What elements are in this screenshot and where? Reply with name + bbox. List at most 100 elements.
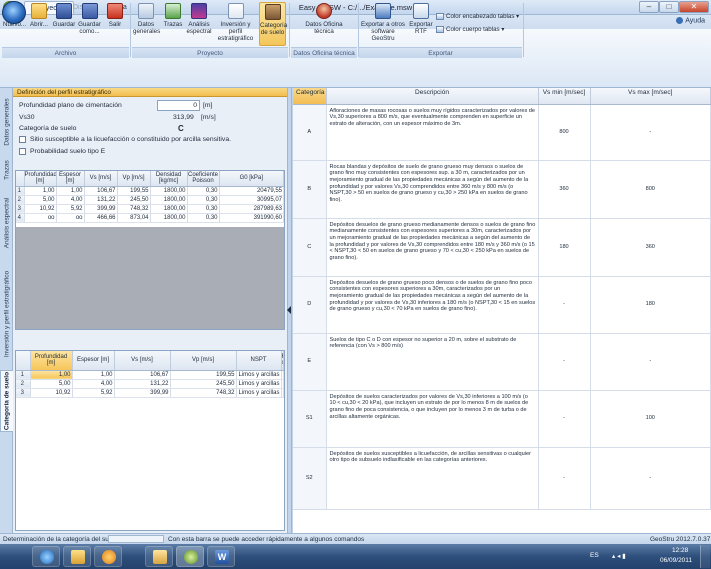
- layers-table-header[interactable]: G0 [kPa]: [219, 171, 284, 187]
- vs-cell[interactable]: -: [538, 447, 591, 510]
- table-cell[interactable]: 5,00: [30, 379, 73, 389]
- nspt-table-header[interactable]: Vs [m/s]: [114, 351, 171, 371]
- vs-cell[interactable]: 100: [590, 390, 711, 448]
- table-row[interactable]: A Afloraciones de masas rocosas o suelos …: [293, 104, 711, 161]
- row-header[interactable]: 1: [16, 370, 31, 380]
- description-cell[interactable]: Depósitos de suelos susceptibles a licue…: [326, 447, 539, 510]
- layers-table-header[interactable]: [16, 171, 25, 187]
- categories-table-header[interactable]: Vs max [m/sec]: [590, 88, 711, 105]
- liquefaction-checkbox[interactable]: [19, 136, 26, 143]
- description-cell[interactable]: Afloraciones de masas rocosas o suelos m…: [326, 104, 539, 161]
- vtab-spectral-analysis[interactable]: Análisis espectral: [0, 188, 13, 258]
- categories-table-header[interactable]: Categoría: [293, 88, 327, 105]
- table-cell[interactable]: 4,00: [72, 379, 115, 389]
- soil-e-checkbox[interactable]: [19, 148, 26, 155]
- table-cell[interactable]: Limos y arcillas: [236, 388, 282, 398]
- table-cell[interactable]: 5,92: [72, 388, 115, 398]
- vtab-traces[interactable]: Trazas: [0, 152, 13, 188]
- table-cell[interactable]: 1,00: [30, 370, 73, 380]
- nspt-table-header[interactable]: Espesor [m]: [72, 351, 115, 371]
- taskbar-item-explorer[interactable]: [63, 546, 91, 567]
- layers-table-header[interactable]: Coeficiente Poisson: [187, 171, 220, 187]
- office-data-button[interactable]: Datos Oficina técnica: [300, 2, 348, 46]
- vs-cell[interactable]: -: [590, 104, 711, 161]
- language-indicator[interactable]: ES: [590, 552, 599, 559]
- table-row[interactable]: 2 5,00 4,00 131,22 245,50 Limos y arcillas: [16, 379, 284, 389]
- vtab-general-data[interactable]: Datos generales: [0, 92, 13, 152]
- table-cell[interactable]: 10,92: [24, 204, 57, 214]
- table-cell[interactable]: 106,67: [84, 186, 118, 196]
- vs-cell[interactable]: -: [590, 333, 711, 391]
- start-button[interactable]: [2, 1, 26, 24]
- table-row[interactable]: D Depósitos desuelos de grano grueso poco…: [293, 276, 711, 334]
- table-row[interactable]: B Rocas blandas y depósitos de suelo de g…: [293, 160, 711, 219]
- table-cell[interactable]: 1,00: [56, 186, 85, 196]
- table-cell[interactable]: 0,30: [187, 195, 220, 205]
- save-button[interactable]: Guardar: [52, 2, 76, 46]
- table-row[interactable]: 3 10,92 5,92 399,99 748,32 Limos y arcillas: [16, 388, 284, 398]
- table-cell[interactable]: 199,55: [117, 186, 151, 196]
- vs-cell[interactable]: 800: [538, 104, 591, 161]
- table-row[interactable]: 1 1,00 1,00 106,67 199,55 Limos y arcillas: [16, 370, 284, 380]
- row-header[interactable]: 2: [16, 195, 25, 205]
- vs-cell[interactable]: 360: [590, 218, 711, 277]
- soil-categories-table[interactable]: Categoría Descripción Vs min [m/sec] Vs max…: [293, 88, 711, 533]
- table-cell[interactable]: [281, 388, 284, 398]
- categories-table-header[interactable]: Descripción: [326, 88, 539, 105]
- vs-cell[interactable]: -: [538, 333, 591, 391]
- inversion-profile-button[interactable]: Inversión y perfil estratigráfico: [213, 2, 258, 46]
- table-cell[interactable]: 5,00: [24, 195, 57, 205]
- layers-table-header[interactable]: Profundidad [m]: [24, 171, 57, 187]
- category-cell[interactable]: E: [293, 333, 327, 391]
- taskbar-item-easymasw[interactable]: [176, 546, 204, 567]
- category-cell[interactable]: D: [293, 276, 327, 334]
- tray-icons[interactable]: ▴ ◂ ▮: [612, 552, 626, 560]
- show-desktop-button[interactable]: [700, 545, 710, 568]
- help-link[interactable]: Ayuda: [676, 17, 705, 24]
- table-cell[interactable]: 391990,60: [219, 213, 284, 223]
- row-header[interactable]: 2: [16, 379, 31, 389]
- nspt-table-header[interactable]: Vp [m/s]: [170, 351, 237, 371]
- vs-cell[interactable]: 180: [590, 276, 711, 334]
- table-row[interactable]: C Depósitos desuelos de grano grueso medi…: [293, 218, 711, 277]
- table-cell[interactable]: 131,22: [114, 379, 171, 389]
- category-cell[interactable]: C: [293, 218, 327, 277]
- table-cell[interactable]: [281, 370, 284, 380]
- exit-button[interactable]: Salir: [104, 2, 126, 46]
- category-cell[interactable]: A: [293, 104, 327, 161]
- table-cell[interactable]: Limos y arcillas: [236, 379, 282, 389]
- table-row[interactable]: 1 1,00 1,00 106,67 199,55 1800,00 0,30 20479,55: [16, 186, 284, 196]
- table-row[interactable]: S1 Depósitos de suelos caracterizados por…: [293, 390, 711, 448]
- categories-table-header[interactable]: Vs min [m/sec]: [538, 88, 591, 105]
- table-cell[interactable]: oo: [24, 213, 57, 223]
- header-color-dropdown[interactable]: Color encabezado tablas ▾: [436, 12, 519, 22]
- table-cell[interactable]: 30995,07: [219, 195, 284, 205]
- export-rtf-button[interactable]: Exportar RTF: [409, 2, 433, 46]
- open-button[interactable]: Abrir...: [27, 2, 51, 46]
- table-cell[interactable]: 0,30: [187, 204, 220, 214]
- soil-category-button[interactable]: Categoría de suelo: [259, 2, 287, 46]
- close-button[interactable]: ✕: [679, 1, 709, 13]
- collapse-arrow-icon[interactable]: [287, 306, 291, 314]
- layers-table[interactable]: Profundidad [m] Espesor [m] Vs [m/s] Vp [m/…: [15, 170, 285, 330]
- table-cell[interactable]: Limos y arcillas: [236, 370, 282, 380]
- description-cell[interactable]: Rocas blandas y depósitos de suelo de gr…: [326, 160, 539, 219]
- minimize-button[interactable]: –: [639, 1, 659, 13]
- vs-cell[interactable]: 180: [538, 218, 591, 277]
- vs-cell[interactable]: -: [590, 447, 711, 510]
- vs-cell[interactable]: -: [538, 390, 591, 448]
- table-cell[interactable]: 748,32: [117, 204, 151, 214]
- row-header[interactable]: 4: [16, 213, 25, 223]
- table-cell[interactable]: oo: [56, 213, 85, 223]
- row-header[interactable]: 3: [16, 388, 31, 398]
- clock-time[interactable]: 12:28: [672, 547, 688, 554]
- layers-table-header[interactable]: Vp [m/s]: [117, 171, 151, 187]
- category-cell[interactable]: S2: [293, 447, 327, 510]
- table-row[interactable]: 3 10,92 5,92 399,99 748,32 1800,00 0,30 287989,…: [16, 204, 284, 214]
- layers-table-header[interactable]: Espesor [m]: [56, 171, 85, 187]
- table-cell[interactable]: 399,99: [84, 204, 118, 214]
- table-row[interactable]: 4 oo oo 466,66 873,04 1800,00 0,30 391990,60: [16, 213, 284, 223]
- table-cell[interactable]: 106,67: [114, 370, 171, 380]
- vs-cell[interactable]: -: [538, 276, 591, 334]
- table-row[interactable]: 2 5,00 4,00 131,22 245,50 1800,00 0,30 30995,07: [16, 195, 284, 205]
